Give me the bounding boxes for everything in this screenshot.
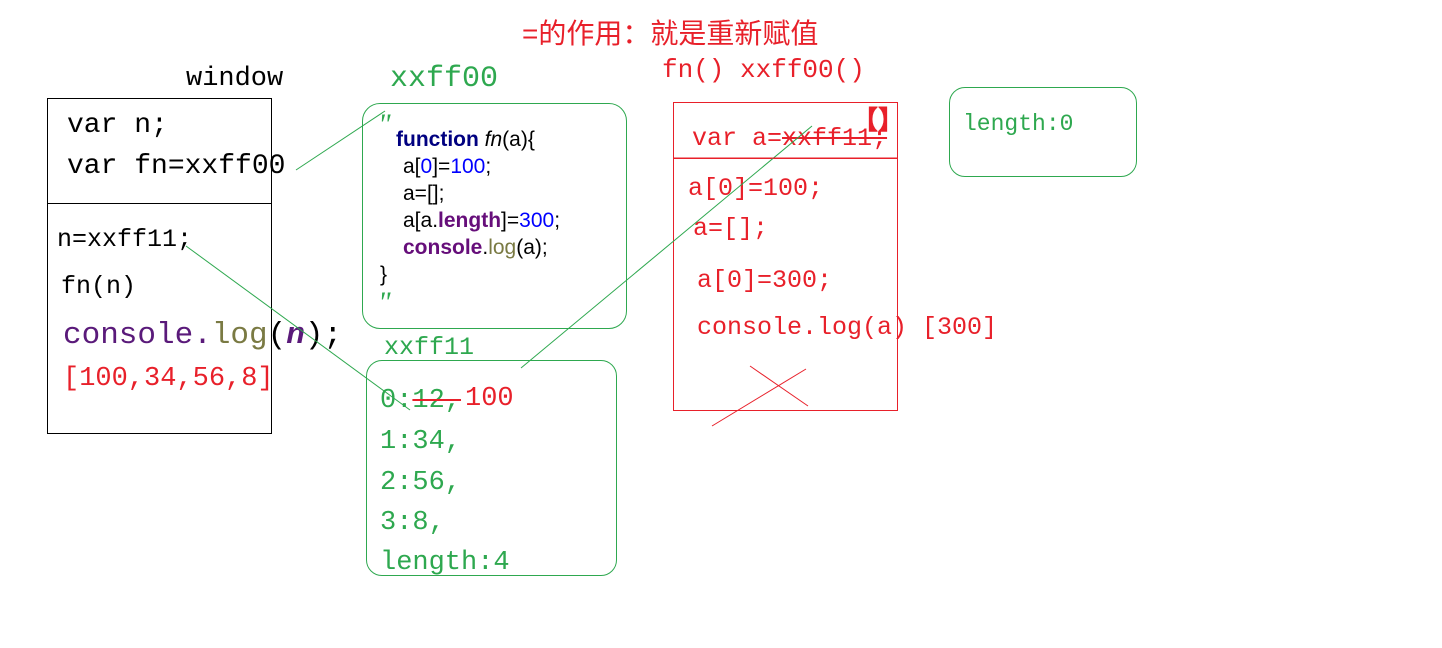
heap-arr-item-2: 2:56, — [380, 468, 462, 498]
code-l3-val: 300 — [519, 209, 555, 232]
console-arg: n — [286, 318, 305, 353]
diagram-title: =的作用：就是重新赋值 — [522, 18, 819, 49]
heap-fn-code: function fn(a){ a[0]=100; a=[]; a[a.leng… — [380, 126, 560, 288]
exec-ctx-header-divider — [673, 158, 898, 159]
window-code-call: fn(n) — [61, 272, 137, 301]
code-l1-idx: 0 — [420, 155, 433, 178]
exec-ctx-bracket-mark: 【】 — [852, 105, 905, 135]
code-l1-c: ; — [485, 155, 492, 178]
fn-params: (a){ — [502, 128, 535, 151]
heap-arr-item-0-new: 100 — [465, 384, 514, 414]
code-l1-b: ]= — [432, 155, 451, 178]
item0-prefix: 0: — [380, 386, 413, 416]
code-l1-val: 100 — [450, 155, 486, 178]
code-l3-c: ; — [554, 209, 561, 232]
code-l4-log: log — [488, 236, 517, 259]
heap-fn-quote-close: " — [378, 286, 391, 319]
code-l3-a: a[a. — [403, 209, 439, 232]
code-l2: a=[]; — [403, 182, 445, 205]
exec-ctx-label: fn() xxff00() — [662, 55, 865, 85]
console-log-fn: log — [211, 318, 268, 353]
kw-function: function — [396, 128, 479, 151]
window-var-n: var n; — [67, 110, 168, 141]
window-output: [100,34,56,8] — [63, 364, 274, 394]
code-l3-b: ]= — [501, 209, 520, 232]
code-l1-a: a[ — [403, 155, 421, 178]
exec-ctx-line-2: a=[]; — [693, 214, 769, 243]
heap-arr-label: xxff11 — [384, 333, 475, 362]
fn-name: fn — [484, 128, 503, 151]
new-arr-length: length:0 — [963, 111, 1074, 137]
code-l4-obj: console — [403, 236, 483, 259]
console-paren-close: ); — [304, 318, 343, 353]
window-label: window — [186, 64, 284, 94]
console-object: console. — [63, 318, 212, 353]
heap-arr-item-1: 1:34, — [380, 427, 462, 457]
window-var-fn: var fn=xxff00 — [67, 151, 286, 182]
exec-ctx-line-1: a[0]=100; — [688, 174, 824, 203]
exec-ctx-header-prefix: var a= — [692, 124, 783, 153]
window-code-assign: n=xxff11; — [57, 225, 193, 254]
item0-old-value: 12, — [412, 386, 462, 416]
code-l4-rest: (a); — [516, 236, 548, 259]
heap-arr-item-0: 0:12, — [380, 386, 461, 416]
code-close: } — [380, 263, 388, 286]
exec-ctx-line-4: console.log(a) — [697, 313, 908, 342]
window-console-log: console.log(n); — [63, 318, 342, 353]
console-paren-open: ( — [267, 318, 287, 353]
heap-fn-label: xxff00 — [390, 62, 499, 96]
exec-ctx-line-3: a[0]=300; — [697, 266, 833, 295]
heap-arr-length: length:4 — [380, 548, 510, 578]
exec-ctx-output: [300] — [922, 313, 998, 342]
code-l3-prop: length — [438, 209, 502, 232]
heap-arr-item-3: 3:8, — [380, 508, 445, 538]
